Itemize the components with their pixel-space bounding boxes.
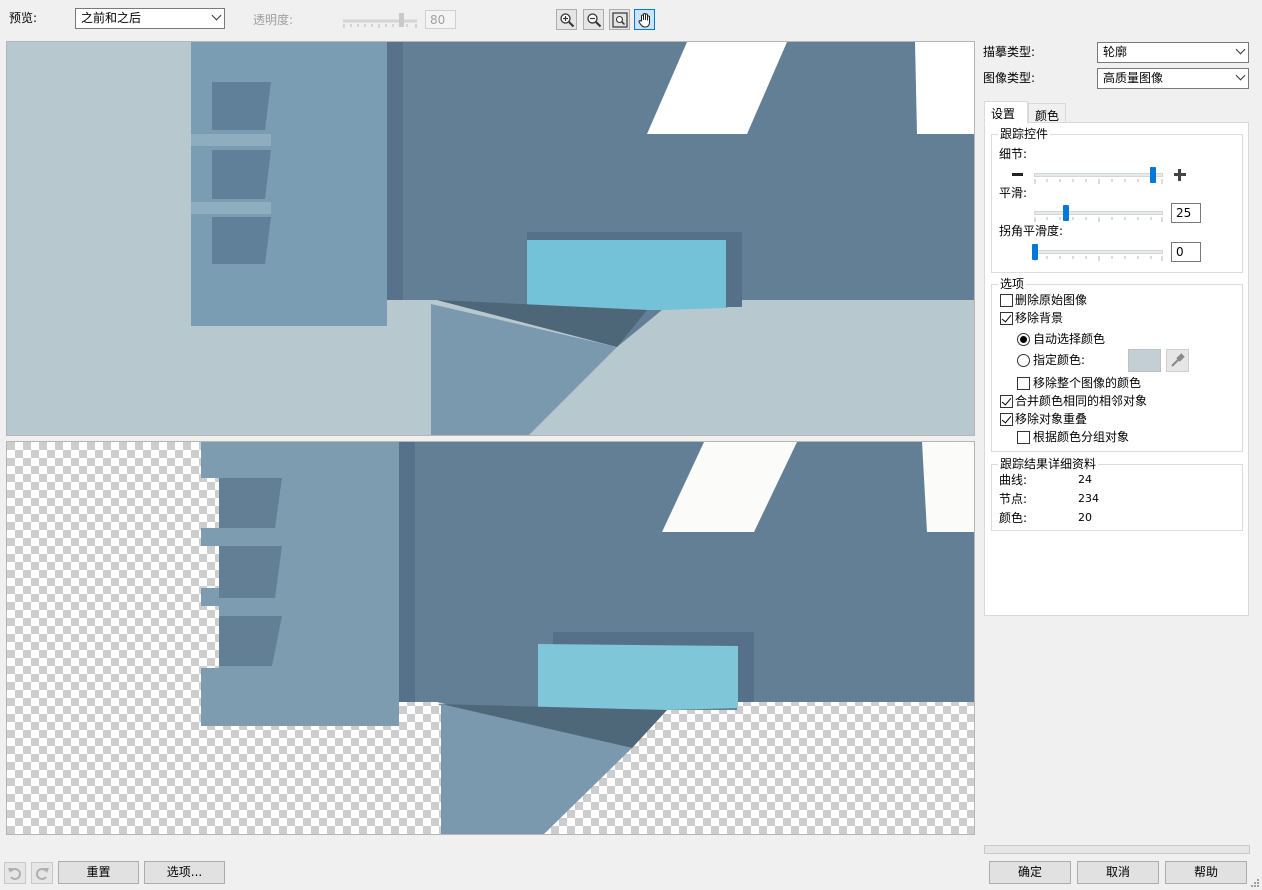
merge-adjacent-checkbox[interactable]: [1000, 395, 1013, 408]
resize-grip-icon[interactable]: [1250, 878, 1260, 888]
zoom-out-button[interactable]: [583, 9, 604, 30]
zoom-in-icon: [560, 13, 575, 28]
specify-color-label[interactable]: 指定颜色:: [1033, 352, 1085, 368]
image-type-label: 图像类型:: [983, 71, 1036, 85]
detail-slider-track: [1034, 173, 1163, 177]
plus-icon[interactable]: [1174, 169, 1186, 181]
zoom-fit-icon: [612, 12, 628, 28]
redo-button[interactable]: [31, 862, 53, 884]
delete-original-label[interactable]: 删除原始图像: [1015, 292, 1087, 308]
tab-settings-label: 设置: [991, 107, 1016, 121]
transparency-value[interactable]: 80: [425, 10, 456, 29]
detail-slider[interactable]: [1034, 167, 1165, 185]
remove-overlap-checkbox[interactable]: [1000, 413, 1013, 426]
progress-bar: [984, 845, 1250, 854]
chevron-down-icon: [1235, 44, 1246, 55]
chevron-down-icon: [211, 10, 222, 21]
preview-mode-value: 之前和之后: [81, 11, 142, 25]
redo-icon: [36, 868, 49, 880]
zoom-out-icon: [587, 13, 602, 28]
smoothing-value[interactable]: 25: [1171, 203, 1201, 223]
remove-background-checkbox[interactable]: [1000, 312, 1013, 325]
zoom-in-button[interactable]: [556, 9, 577, 30]
options-button[interactable]: 选项...: [144, 861, 225, 884]
curves-label: 曲线:: [999, 473, 1028, 487]
trace-type-label: 描摹类型:: [983, 45, 1036, 59]
merge-adjacent-label[interactable]: 合并颜色相同的相邻对象: [1015, 393, 1147, 409]
detail-slider-thumb[interactable]: [1150, 167, 1157, 183]
delete-original-checkbox[interactable]: [1000, 294, 1013, 307]
specify-color-radio[interactable]: [1017, 354, 1030, 367]
pan-hand-icon: [638, 13, 650, 28]
chevron-down-icon: [1235, 70, 1246, 81]
corner-smoothness-label: 拐角平滑度:: [999, 224, 1064, 238]
remove-overlap-label[interactable]: 移除对象重叠: [1015, 411, 1087, 427]
remove-whole-image-color-checkbox[interactable]: [1017, 377, 1030, 390]
undo-icon: [8, 868, 21, 880]
corner-smoothness-slider[interactable]: [1032, 244, 1165, 262]
auto-select-color-label[interactable]: 自动选择颜色: [1033, 331, 1105, 347]
background-color-swatch[interactable]: [1128, 349, 1161, 372]
corner-slider-thumb[interactable]: [1032, 244, 1038, 260]
auto-select-color-radio[interactable]: [1017, 333, 1030, 346]
trace-results-group: 跟踪结果详细资料: [991, 456, 1243, 531]
smoothing-slider-track: [1034, 211, 1163, 215]
smoothing-slider[interactable]: [1034, 205, 1165, 223]
group-by-color-label[interactable]: 根据颜色分组对象: [1033, 429, 1129, 445]
corner-slider-track: [1034, 250, 1163, 254]
corner-smoothness-value[interactable]: 0: [1171, 242, 1201, 262]
before-preview-image: [7, 42, 974, 435]
image-type-value: 高质量图像: [1103, 71, 1164, 85]
trace-results-title: 跟踪结果详细资料: [998, 456, 1099, 472]
preview-label: 预览:: [9, 11, 38, 25]
minus-icon[interactable]: [1012, 173, 1023, 176]
nodes-label: 节点:: [999, 492, 1028, 506]
group-by-color-checkbox[interactable]: [1017, 431, 1030, 444]
after-preview-pane[interactable]: [6, 441, 975, 835]
transparency-slider[interactable]: [342, 13, 418, 29]
options-title: 选项: [998, 276, 1027, 292]
ok-button[interactable]: 确定: [989, 861, 1071, 884]
cancel-button[interactable]: 取消: [1077, 861, 1159, 884]
help-button[interactable]: 帮助: [1165, 861, 1247, 884]
after-preview-image: [7, 442, 974, 834]
pan-tool-button[interactable]: [634, 9, 655, 30]
remove-background-label[interactable]: 移除背景: [1015, 310, 1063, 326]
settings-tab-page: 跟踪控件 细节: 平滑: 25 拐角平滑度: 0 选项 删除原始图像 移除背景 …: [984, 122, 1249, 616]
curves-value: 24: [1078, 473, 1092, 486]
transparency-label: 透明度:: [253, 13, 294, 27]
trace-type-value: 轮廓: [1103, 45, 1128, 59]
transparency-slider-graphic: [343, 13, 417, 28]
corner-slider-ticks: [1034, 256, 1163, 261]
reset-button[interactable]: 重置: [58, 861, 139, 884]
tab-colors[interactable]: 颜色: [1028, 103, 1066, 123]
tab-settings[interactable]: 设置: [984, 101, 1028, 124]
eyedropper-icon: [1171, 353, 1185, 367]
tab-colors-label: 颜色: [1035, 109, 1060, 123]
image-type-select[interactable]: 高质量图像: [1097, 68, 1249, 89]
zoom-fit-button[interactable]: [609, 9, 630, 30]
remove-whole-image-color-label[interactable]: 移除整个图像的颜色: [1033, 375, 1141, 391]
colors-label: 颜色:: [999, 511, 1028, 525]
undo-button[interactable]: [4, 862, 26, 884]
smoothing-label: 平滑:: [999, 186, 1028, 200]
trace-type-select[interactable]: 轮廓: [1097, 42, 1249, 63]
nodes-value: 234: [1078, 492, 1099, 505]
detail-label: 细节:: [999, 147, 1028, 161]
colors-value: 20: [1078, 511, 1092, 524]
trace-controls-title: 跟踪控件: [998, 126, 1051, 142]
smoothing-slider-thumb[interactable]: [1063, 205, 1069, 221]
preview-mode-select[interactable]: 之前和之后: [75, 8, 225, 29]
eyedropper-button[interactable]: [1166, 349, 1189, 372]
detail-slider-ticks: [1034, 179, 1163, 184]
before-preview-pane[interactable]: [6, 41, 975, 436]
